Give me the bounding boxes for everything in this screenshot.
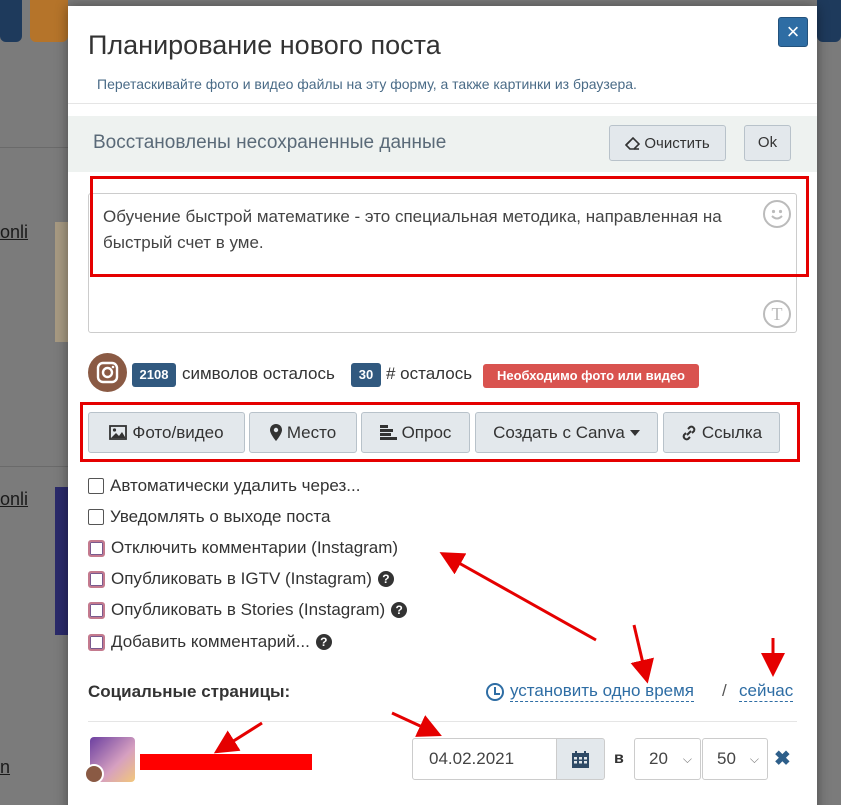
annotation-arrow: [213, 721, 263, 754]
annotation-arrows: [213, 552, 785, 754]
annotation-arrow: [391, 711, 442, 737]
annotation-arrow: [439, 552, 597, 642]
annotation-arrow: [630, 624, 654, 684]
